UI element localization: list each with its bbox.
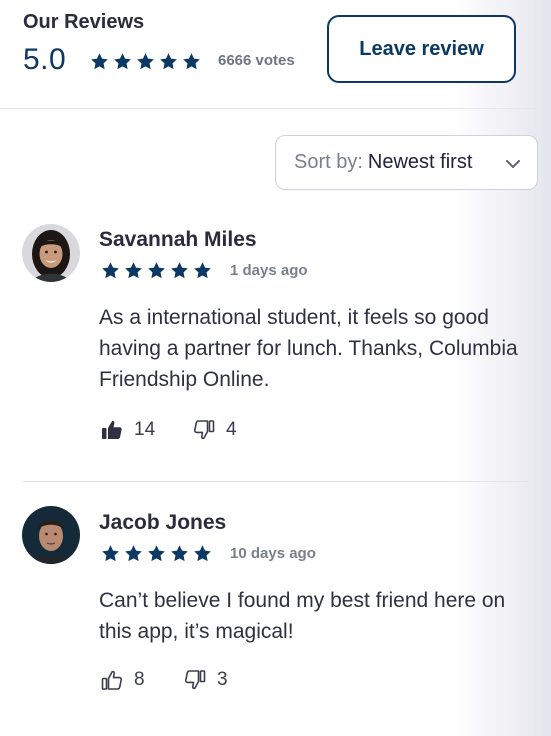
like-count: 8 bbox=[134, 669, 145, 690]
star-icon bbox=[90, 52, 109, 71]
dislike-count: 3 bbox=[217, 669, 228, 690]
review-text: Can’t believe I found my best friend her… bbox=[99, 589, 506, 643]
like-button[interactable]: 8 bbox=[100, 668, 145, 692]
star-icon bbox=[147, 544, 166, 563]
reviewer-name: Savannah Miles bbox=[99, 228, 257, 251]
star-icon bbox=[193, 544, 212, 563]
thumbs-down-icon bbox=[183, 668, 207, 692]
star-icon bbox=[170, 261, 189, 280]
dislike-button[interactable]: 4 bbox=[192, 418, 237, 442]
like-count: 14 bbox=[134, 419, 156, 440]
thumbs-up-icon bbox=[100, 418, 124, 442]
star-icon bbox=[147, 261, 166, 280]
dislike-button[interactable]: 3 bbox=[183, 668, 228, 692]
review-rating-stars bbox=[101, 261, 212, 280]
sort-label: Sort by: bbox=[294, 151, 363, 173]
reviewer-name: Jacob Jones bbox=[99, 511, 227, 534]
average-rating-stars bbox=[90, 52, 201, 71]
star-icon bbox=[159, 52, 178, 71]
chevron-down-icon bbox=[506, 160, 520, 168]
leave-review-button[interactable]: Leave review bbox=[327, 15, 516, 83]
average-score: 5.0 bbox=[23, 43, 67, 76]
avatar bbox=[22, 506, 80, 564]
review-rating-stars bbox=[101, 544, 212, 563]
like-button[interactable]: 14 bbox=[100, 418, 155, 442]
star-icon bbox=[124, 261, 143, 280]
star-icon bbox=[113, 52, 132, 71]
star-icon bbox=[136, 52, 155, 71]
star-icon bbox=[101, 544, 120, 563]
sort-dropdown[interactable]: Sort by: Newest first bbox=[275, 135, 538, 190]
star-icon bbox=[193, 261, 212, 280]
thumbs-up-icon bbox=[100, 668, 124, 692]
star-icon bbox=[182, 52, 201, 71]
dislike-count: 4 bbox=[226, 419, 237, 440]
page-title: Our Reviews bbox=[23, 11, 145, 33]
star-icon bbox=[124, 544, 143, 563]
reviews-header: Our Reviews 5.0 6666 votes Leave review bbox=[0, 0, 551, 109]
thumbs-down-icon bbox=[192, 418, 216, 442]
star-icon bbox=[101, 261, 120, 280]
sort-value: Newest first bbox=[367, 151, 473, 173]
star-icon bbox=[170, 544, 189, 563]
avatar bbox=[22, 224, 80, 282]
review-text: As a international student, it feels so … bbox=[99, 306, 518, 391]
divider bbox=[23, 481, 528, 482]
review-time: 10 days ago bbox=[230, 545, 316, 562]
votes-count: 6666 votes bbox=[218, 52, 295, 69]
review-time: 1 days ago bbox=[230, 262, 308, 279]
